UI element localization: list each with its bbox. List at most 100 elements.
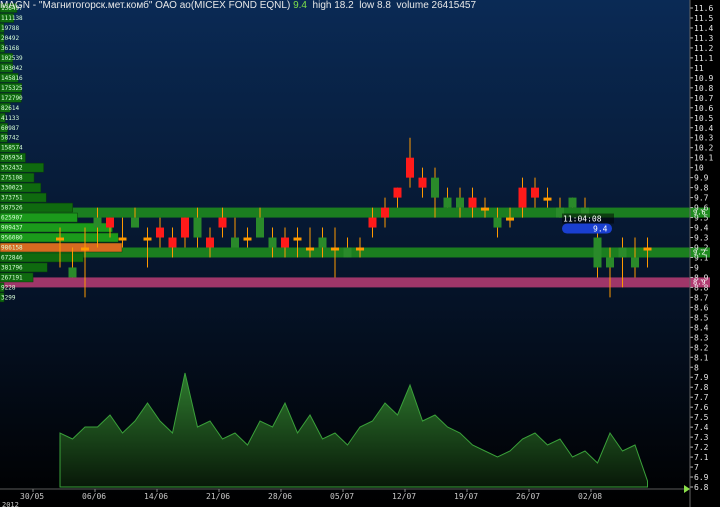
volume-profile-label: 587526 — [1, 205, 23, 212]
price-tick-label: 7.3 — [694, 433, 709, 442]
price-tick-label: 7.8 — [694, 383, 709, 392]
volume-profile-label: 267191 — [1, 274, 23, 281]
volume-profile-label: 275108 — [1, 175, 23, 182]
price-tick-label: 8.8 — [694, 283, 709, 292]
price-tick-label: 7.2 — [694, 443, 709, 452]
candle-body[interactable] — [531, 187, 539, 198]
price-band — [0, 277, 690, 288]
candle-body[interactable] — [181, 217, 189, 238]
volume-profile-label: 145816 — [1, 75, 23, 82]
candle-body[interactable] — [93, 217, 102, 228]
volume-profile-label: 41133 — [1, 115, 19, 122]
price-tick-label: 9.1 — [694, 253, 709, 262]
price-tick-label: 10 — [694, 164, 704, 173]
price-tick-label: 10.7 — [694, 94, 713, 103]
last-quote-price: 9.4 — [593, 225, 608, 234]
candle-body[interactable] — [631, 257, 639, 268]
volume-profile-label: 373751 — [1, 195, 23, 202]
candle-body[interactable] — [381, 207, 389, 218]
candle-body[interactable] — [593, 237, 602, 268]
volume-profile-label: 986158 — [1, 245, 23, 252]
price-tick-label: 6.8 — [694, 483, 709, 492]
price-tick-label: 9.2 — [694, 244, 709, 253]
time-tick-label: 14/06 — [144, 492, 168, 501]
candle-body[interactable] — [243, 237, 252, 241]
volume-profile-label: 9228 — [1, 284, 16, 291]
candle-body[interactable] — [56, 237, 64, 241]
volume-profile-label: 330023 — [1, 185, 23, 192]
candle-body[interactable] — [106, 217, 114, 228]
volume-profile-label: 205934 — [1, 155, 23, 162]
volume-profile-label: 381796 — [1, 264, 23, 271]
price-tick-label: 11.6 — [694, 4, 713, 13]
candle-body[interactable] — [81, 247, 89, 251]
volume-profile-label: 60987 — [1, 125, 19, 132]
candle-body[interactable] — [118, 237, 127, 241]
volume-profile-label: 82614 — [1, 105, 19, 112]
candle-body[interactable] — [218, 217, 227, 228]
candle-body[interactable] — [306, 247, 314, 251]
time-tick-label: 30/05 — [20, 492, 44, 501]
price-tick-label: 11.4 — [694, 24, 713, 33]
price-tick-label: 7.1 — [694, 453, 709, 462]
time-tick-label: 26/07 — [516, 492, 540, 501]
candle-body[interactable] — [443, 197, 452, 208]
candle-body[interactable] — [456, 197, 464, 208]
candle-body[interactable] — [206, 237, 214, 248]
price-tick-label: 7.6 — [694, 403, 709, 412]
candle-body[interactable] — [231, 237, 239, 248]
candle-body[interactable] — [143, 237, 152, 241]
candle-body[interactable] — [168, 237, 177, 248]
volume-profile-label: 625907 — [1, 215, 23, 222]
price-tick-label: 10.9 — [694, 74, 713, 83]
candle-body[interactable] — [131, 217, 139, 228]
candle-body[interactable] — [368, 217, 377, 228]
candle-body[interactable] — [618, 247, 627, 258]
volume-profile-label: 352432 — [1, 165, 23, 172]
price-tick-label: 10.5 — [694, 114, 713, 123]
candle-body[interactable] — [468, 197, 477, 208]
price-tick-label: 10.2 — [694, 144, 713, 153]
last-quote-time: 11:04:08 — [563, 215, 602, 224]
price-tick-label: 8.7 — [694, 293, 709, 302]
volume-profile-label: 102539 — [1, 55, 23, 62]
candle-body[interactable] — [318, 237, 327, 248]
price-tick-label: 9.7 — [694, 194, 709, 203]
candle-body[interactable] — [493, 217, 502, 228]
candle-body[interactable] — [431, 177, 439, 198]
candle-body[interactable] — [406, 157, 414, 178]
candle-body[interactable] — [393, 187, 402, 198]
candle-body[interactable] — [256, 217, 264, 238]
price-tick-label: 11.1 — [694, 54, 713, 63]
volume-profile-label: 672846 — [1, 254, 23, 261]
candle-body[interactable] — [193, 217, 202, 238]
time-tick-label: 02/08 — [578, 492, 602, 501]
candle-body[interactable] — [481, 207, 489, 211]
price-tick-label: 8.5 — [694, 313, 709, 322]
price-tick-label: 10.1 — [694, 154, 713, 163]
candle-body[interactable] — [418, 177, 427, 188]
candle-body[interactable] — [268, 237, 277, 248]
candle-body[interactable] — [506, 217, 514, 221]
candle-body[interactable] — [68, 267, 77, 278]
candle-body[interactable] — [293, 237, 302, 241]
candle-body[interactable] — [331, 247, 339, 251]
price-tick-label: 8.2 — [694, 343, 709, 352]
price-tick-label: 7.7 — [694, 393, 709, 402]
time-tick-label: 19/07 — [454, 492, 478, 501]
price-tick-label: 9 — [694, 263, 699, 272]
candle-body[interactable] — [568, 197, 577, 208]
candle-body[interactable] — [518, 187, 527, 208]
candle-body[interactable] — [606, 257, 614, 268]
candle-body[interactable] — [343, 247, 352, 258]
quote-header: MAGN - "Магнитогорск.мет.комб" ОАО ао(MI… — [0, 0, 476, 12]
candle-body[interactable] — [543, 197, 552, 201]
price-tick-label: 10.6 — [694, 104, 713, 113]
candle-body[interactable] — [643, 247, 652, 251]
price-chart[interactable]: 9.69.28.91364971111381978820492361681025… — [0, 0, 720, 507]
price-tick-label: 7.5 — [694, 413, 709, 422]
candle-body[interactable] — [356, 247, 364, 251]
candle-body[interactable] — [281, 237, 289, 248]
candle-body[interactable] — [156, 227, 164, 238]
time-tick-label: 21/06 — [206, 492, 230, 501]
